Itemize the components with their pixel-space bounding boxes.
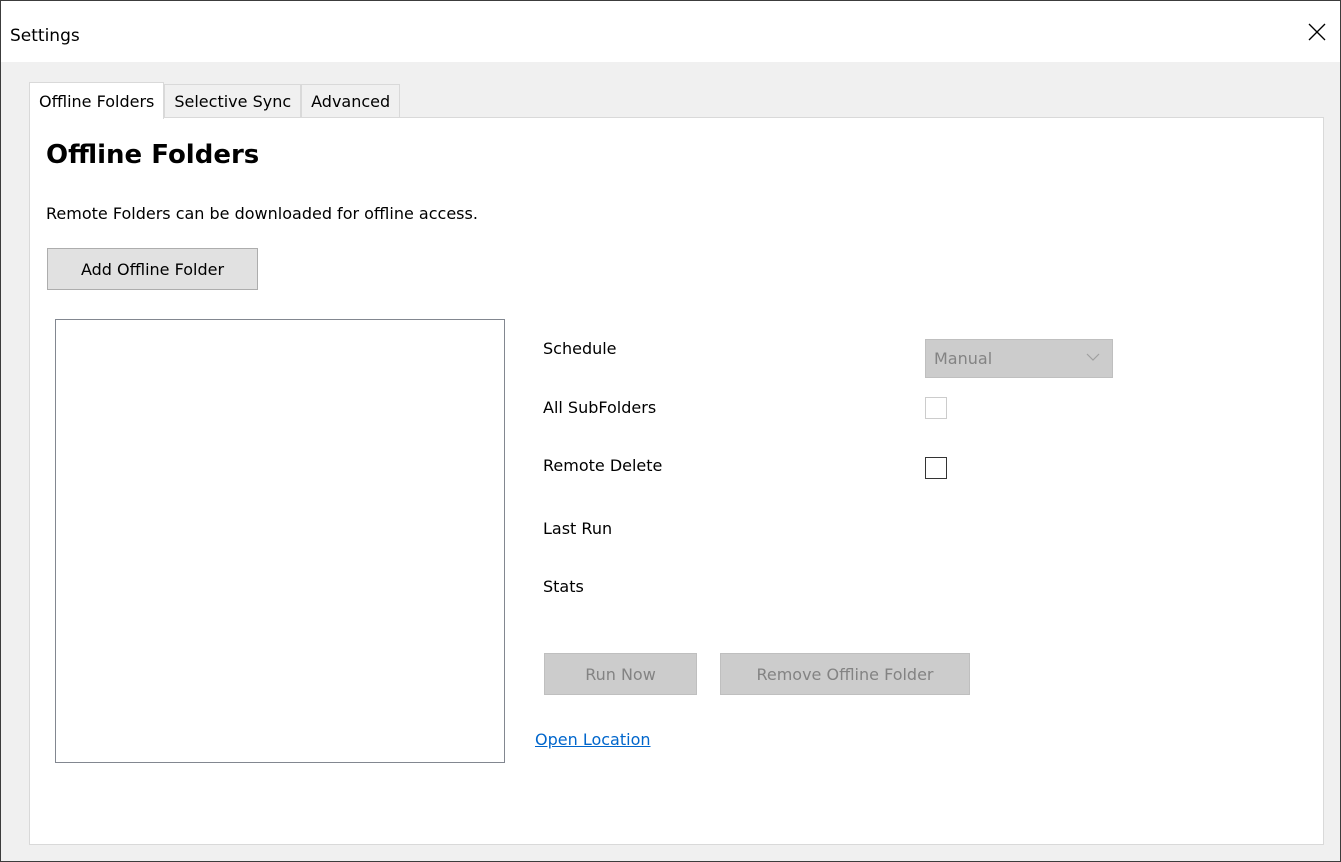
run-now-button[interactable]: Run Now [544,653,697,695]
page-title: Offline Folders [46,140,260,170]
last-run-label: Last Run [543,519,613,538]
schedule-dropdown[interactable]: Manual [925,339,1113,378]
open-location-link[interactable]: Open Location [535,730,651,749]
add-offline-folder-button[interactable]: Add Offline Folder [47,248,258,290]
tab-strip: Offline Folders Selective Sync Advanced [29,82,401,119]
stats-label: Stats [543,577,584,596]
remote-delete-label: Remote Delete [543,456,663,475]
title-bar: Settings [1,1,1340,62]
tab-advanced[interactable]: Advanced [301,84,401,118]
window-title: Settings [10,26,80,46]
tab-selective-sync[interactable]: Selective Sync [164,84,302,118]
schedule-label: Schedule [543,339,617,358]
all-subfolders-label: All SubFolders [543,398,657,417]
remove-offline-folder-button[interactable]: Remove Offline Folder [720,653,970,695]
schedule-value: Manual [934,349,993,368]
offline-folder-list[interactable] [55,319,505,763]
page-description: Remote Folders can be downloaded for off… [46,204,478,223]
tab-offline-folders[interactable]: Offline Folders [29,82,165,119]
remote-delete-checkbox[interactable] [925,457,947,479]
settings-window: Settings Offline Folders Selective Sync … [0,0,1341,862]
chevron-down-icon [1086,353,1100,361]
close-icon [1308,23,1326,40]
all-subfolders-checkbox[interactable] [925,397,947,419]
close-button[interactable] [1294,1,1340,62]
offline-folders-panel: Offline Folders Remote Folders can be do… [29,117,1324,845]
